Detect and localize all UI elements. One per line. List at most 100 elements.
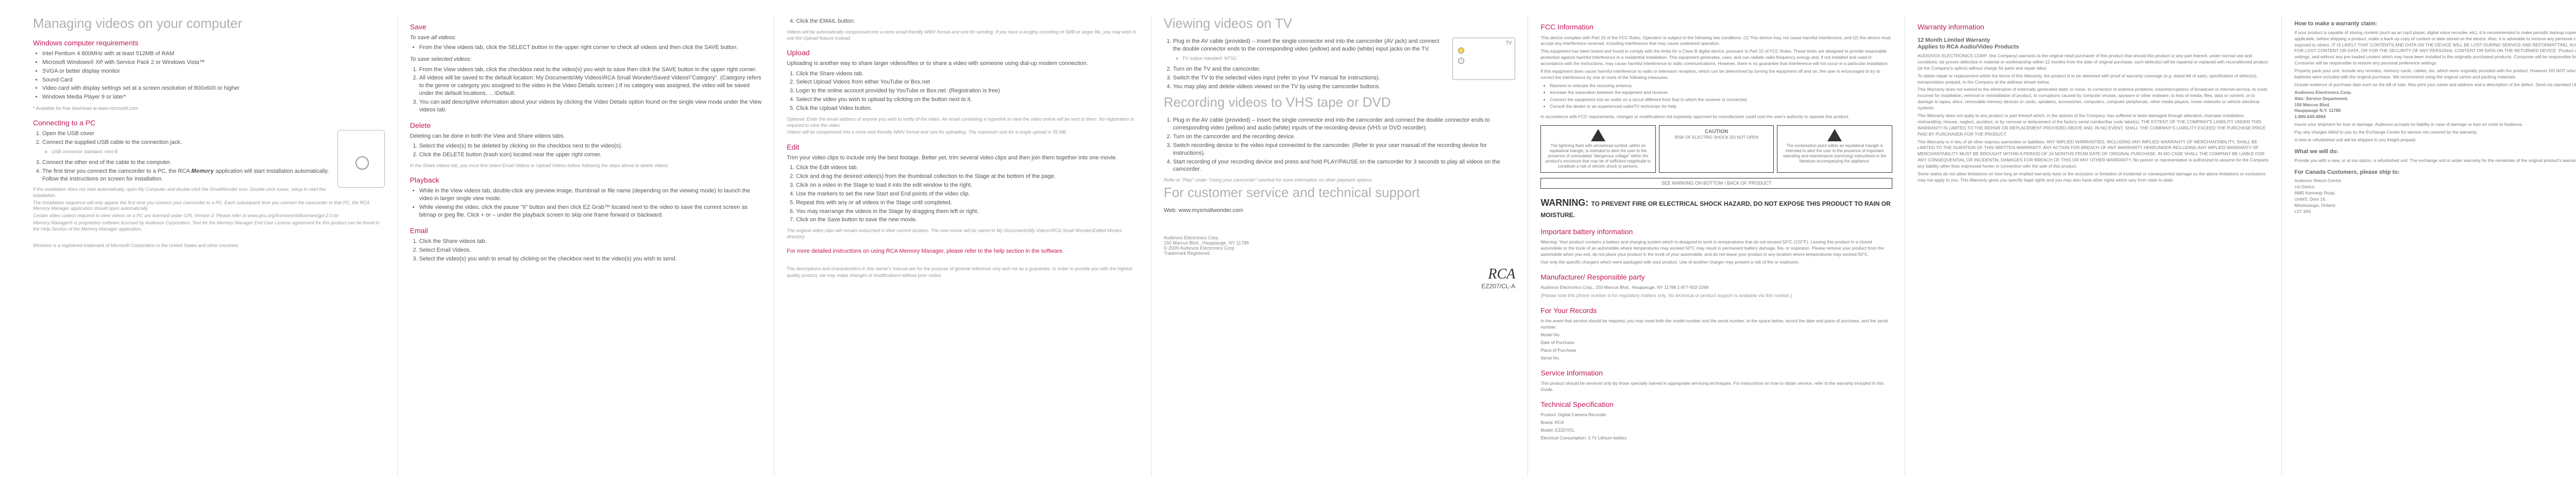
heading-email: Email (410, 226, 762, 235)
save-sel-label: To save selected videos: (410, 56, 472, 62)
brand-block: RCA EZ207/CL-A (1164, 266, 1516, 290)
heading-manufacturer: Manufacturer/ Responsible party (1540, 273, 1892, 282)
rca-logo: RCA (1164, 266, 1516, 283)
return-note: A new or refurbished unit will be shippe… (2294, 137, 2576, 143)
edit-intro: Trim your video clips to include only th… (787, 154, 1139, 162)
upload-step: Click the Upload Video button. (796, 105, 1139, 112)
req-item: Windows Media Player 9 or later* (42, 93, 385, 101)
us-address: Audiovox Electronics Corp. Attn: Service… (2294, 90, 2576, 120)
spec-line: Electrical Consumption: 3.7V Lithium bat… (1540, 435, 1892, 441)
email-step: Select the video(s) you wish to email by… (419, 255, 762, 263)
upload-intro: Uploading is another way to share larger… (787, 60, 1139, 68)
email-steps: Click the Share videos tab. Select Email… (419, 238, 762, 263)
addr-line: 6685 Kennedy Road, (2294, 190, 2335, 195)
spec-line: Brand: RCA (1540, 420, 1892, 426)
support-web: Web: www.mysmallwonder.com (1164, 207, 1516, 215)
upload-step: Login to the online account provided by … (796, 87, 1139, 95)
req-item: SVGA or better display monitor (42, 68, 385, 75)
heading-save: Save (410, 23, 762, 31)
fcc-text: This equipment has been tested and found… (1540, 48, 1892, 67)
addr-line: Audiovox Electronics Corp. (2294, 90, 2351, 95)
edit-step: Click the Edit videos tab. (796, 164, 1139, 172)
heading-fcc: FCC Information (1540, 23, 1892, 32)
fcc-item: Reorient or relocate the receiving anten… (1550, 83, 1892, 89)
edit-steps: Click the Edit videos tab. Click and dra… (796, 164, 1139, 224)
req-item: Intel Pentium 4 800MHz with at least 512… (42, 50, 385, 58)
edit-step: Use the markers to set the new Start and… (796, 190, 1139, 198)
edit-step: Click and drag the desired video(s) from… (796, 173, 1139, 181)
heading-tv: Viewing videos on TV (1164, 15, 1516, 31)
delete-note: In the Share videos tab, you must first … (410, 163, 762, 169)
email-steps-cont: Click the EMAIL button. (796, 18, 1139, 25)
playback-steps: While in the View videos tab, double-cli… (419, 187, 762, 219)
heading-managing: Managing videos on your computer (33, 15, 385, 31)
col-tv-recording: Viewing videos on TV TV Plug in the AV c… (1151, 15, 1528, 477)
mfr-text: Audiovox Electronics Corp., 150 Marcus B… (1540, 285, 1892, 291)
caution-right-text: The exclamation point within an equilate… (1783, 143, 1887, 163)
fcc-list: Reorient or relocate the receiving anten… (1550, 83, 1892, 110)
fcc-text: In accordance with FCC requirements, cha… (1540, 114, 1892, 120)
delete-steps: Select the video(s) to be deleted by cli… (419, 142, 762, 159)
upload-step: Click the Share videos tab. (796, 70, 1139, 78)
col-warranty-2: How to make a warranty claim: If your pr… (2281, 15, 2576, 477)
req-item: Microsoft Windows® XP with Service Pack … (42, 59, 385, 67)
exclamation-triangle-icon (1827, 129, 1842, 141)
fcc-item: Consult the dealer or an experienced rad… (1550, 104, 1892, 109)
canada-address: Audiovox Return Centre c/o Genco 6685 Ke… (2294, 178, 2576, 215)
pc-note: Memory Manager® is proprietary software … (33, 220, 385, 232)
rec-step: Plug in the AV cable (provided) – Insert… (1173, 117, 1516, 132)
heading-win-req: Windows computer requirements (33, 39, 385, 47)
heading-claim: How to make a warranty claim: (2294, 21, 2576, 28)
save-all-step: From the View videos tab, click the SELE… (419, 44, 762, 52)
fcc-text: If this equipment does cause harmful int… (1540, 69, 1892, 81)
warning-body: TO PREVENT FIRE OR ELECTRICAL SHOCK HAZA… (1540, 200, 1890, 219)
col-fcc-battery: FCC Information This device complies wit… (1528, 15, 1905, 477)
company-address: Audiovox Electronics Corp. 150 Marcus Bl… (1164, 235, 1516, 256)
claim-text: Properly pack your unit. Include any rem… (2294, 68, 2576, 80)
warning-prefix: WARNING: (1540, 198, 1588, 208)
more-info: For more detailed instructions on using … (787, 248, 1139, 255)
upload-steps: Click the Share videos tab. Select Uploa… (796, 70, 1139, 112)
camcorder-figure (337, 130, 385, 188)
delete-step: Select the video(s) to be deleted by cli… (419, 142, 762, 150)
playback-step: While in the View videos tab, double-cli… (419, 187, 762, 203)
record-field: Place of Purchase (1540, 348, 1892, 354)
see-marking: SEE MARKING ON BOTTOM / BACK OF PRODUCT (1540, 178, 1892, 189)
save-sel-step: From the View videos tab, click the chec… (419, 66, 762, 74)
audio-jack-icon (1458, 58, 1464, 64)
edit-step: Click on a video in the Stage to load it… (796, 182, 1139, 189)
addr-line: Hauppauge N.Y. 11788 (2294, 108, 2341, 113)
rec-note: Refer to "Play" under "Using your camcor… (1164, 177, 1516, 184)
col-save-delete: Save To save all videos: From the View v… (397, 15, 774, 477)
service-text: This product should be serviced only by … (1540, 381, 1892, 393)
addr-line: 1-800-645-4994 (2294, 114, 2326, 119)
email-note: Videos will be automatically compressed … (787, 29, 1139, 41)
shock-symbol-box: The lightning flash with arrowhead symbo… (1540, 125, 1656, 173)
email-step: Click the EMAIL button. (796, 18, 1139, 25)
heading-whatwedo: What we will do: (2294, 149, 2576, 156)
upload-step: Select Upload Videos from either YouTube… (796, 78, 1139, 86)
addr-line: Audiovox Return Centre (2294, 178, 2341, 183)
win-req-list: Intel Pentium 4 800MHz with at least 512… (42, 50, 385, 101)
req-item: Sound Card (42, 76, 385, 84)
heading-connect-pc: Connecting to a PC (33, 119, 385, 127)
save-sel-step: All videos will be saved to the default … (419, 74, 762, 97)
claim-text: If your product is capable of storing co… (2294, 30, 2576, 67)
edit-step: Repeat this with any or all videos in th… (796, 199, 1139, 207)
tv-figure-label: TV (1506, 40, 1512, 45)
battery-text: Warning: Your product contains a battery… (1540, 239, 1892, 258)
spec-line: Product: Digital Camera Recorder (1540, 412, 1892, 418)
fcc-item: Connect the equipment into an outlet on … (1550, 97, 1892, 103)
records-text: In the event that service should be requ… (1540, 318, 1892, 331)
pc-note: The installation sequence will only appe… (33, 200, 385, 212)
warranty-text: This Warranty does not extend to the eli… (1918, 87, 2269, 111)
addr-line: L5T 3A5 (2294, 209, 2311, 214)
upload-step: Select the video you wish to upload by c… (796, 96, 1139, 104)
pc-step: The first time you connect the camcorder… (42, 168, 385, 183)
req-item: Video card with display settings set at … (42, 85, 385, 92)
pc-step-text: Connect the supplied USB cable to the co… (42, 139, 182, 145)
edit-step: Click on the Save button to save the new… (796, 216, 1139, 224)
record-field: Model No. (1540, 332, 1892, 338)
heading-battery: Important battery information (1540, 227, 1892, 237)
addr-line: 150 Marcus Blvd., Hauppauge, NY 11788 (1164, 240, 1516, 245)
